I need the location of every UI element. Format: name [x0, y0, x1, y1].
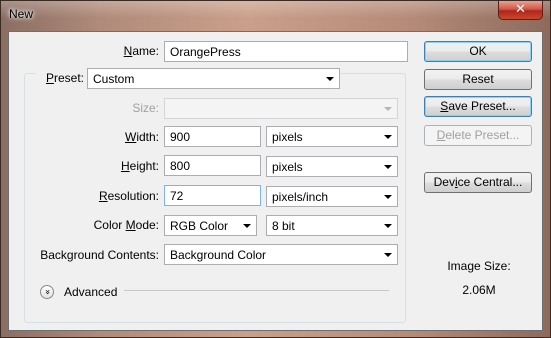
image-size-label: Image Size:: [447, 259, 511, 273]
advanced-label[interactable]: Advanced: [64, 285, 117, 299]
background-contents-label: Background Contents:: [40, 248, 159, 262]
chevron-down-icon: [326, 77, 334, 81]
chevron-double-down-icon[interactable]: »: [40, 285, 54, 299]
dialog-body: Name: OrangePress Preset: Custom Size: W…: [8, 31, 543, 331]
delete-preset-button[interactable]: Delete Preset...: [424, 125, 532, 146]
width-label: Width:: [124, 130, 159, 144]
preset-select[interactable]: Custom: [87, 68, 340, 89]
height-unit-select[interactable]: pixels: [266, 156, 398, 177]
reset-button[interactable]: Reset: [424, 69, 532, 90]
ok-button[interactable]: OK: [424, 41, 532, 62]
background-contents-value: Background Color: [170, 248, 267, 262]
color-mode-select[interactable]: RGB Color: [164, 215, 257, 236]
size-label: Size:: [132, 101, 159, 115]
chevron-down-icon: [384, 253, 392, 257]
name-input[interactable]: OrangePress: [164, 41, 408, 62]
close-icon: ✕: [515, 2, 526, 17]
chevron-down-icon: [384, 195, 392, 199]
width-input[interactable]: 900: [164, 126, 261, 147]
width-unit-select[interactable]: pixels: [266, 126, 398, 147]
bit-depth-select[interactable]: 8 bit: [266, 215, 398, 236]
resolution-label: Resolution:: [98, 189, 159, 203]
height-input[interactable]: 800: [164, 155, 261, 176]
chevron-down-icon: [384, 135, 392, 139]
preset-label: Preset:: [36, 71, 87, 85]
title-bar[interactable]: New: [1, 1, 550, 29]
chevron-down-icon: [384, 165, 392, 169]
close-button[interactable]: ✕: [498, 1, 543, 20]
chevron-down-icon: [384, 224, 392, 228]
preset-value: Custom: [93, 72, 135, 86]
resolution-input[interactable]: 72: [164, 185, 261, 206]
height-label: Height:: [120, 159, 159, 173]
background-contents-select[interactable]: Background Color: [164, 244, 398, 265]
window-title: New: [9, 7, 34, 21]
size-select[interactable]: [164, 98, 398, 119]
new-document-dialog: New ✕ Name: OrangePress Preset: Custom S…: [0, 0, 551, 338]
bit-depth-value: 8 bit: [272, 219, 295, 233]
chevron-down-icon: [384, 107, 392, 111]
device-central-button[interactable]: Device Central...: [424, 172, 532, 193]
chevron-down-icon: [243, 224, 251, 228]
resolution-unit-select[interactable]: pixels/inch: [266, 186, 398, 207]
name-label: Name:: [123, 44, 159, 58]
color-mode-label: Color Mode:: [93, 218, 159, 232]
advanced-divider: [124, 290, 389, 291]
image-size-value: 2.06M: [462, 283, 496, 297]
save-preset-button[interactable]: Save Preset...: [424, 96, 532, 117]
color-mode-value: RGB Color: [170, 219, 229, 233]
resolution-unit-value: pixels/inch: [272, 190, 329, 204]
height-unit-value: pixels: [272, 160, 303, 174]
width-unit-value: pixels: [272, 130, 303, 144]
